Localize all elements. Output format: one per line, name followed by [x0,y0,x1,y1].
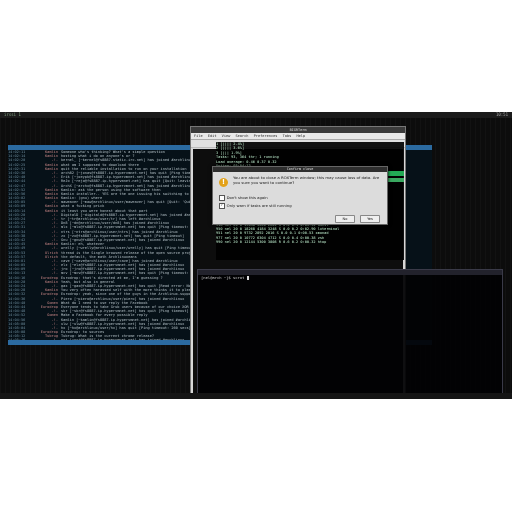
menu-tabs[interactable]: Tabs [283,134,292,138]
shell-prompt[interactable]: [nel@arch ~]$ scrot [201,275,249,281]
dont-show-again-checkbox[interactable]: Don't show this again [219,195,268,201]
menu-search[interactable]: Search [235,134,248,138]
menu-file[interactable]: File [194,134,203,138]
htop-process-row[interactable]: 990 nel 20 0 12144 5300 3808 R 0.6 0.2 0… [216,240,404,244]
confirm-close-dialog[interactable]: Confirm close ! You are about to close a… [212,166,388,225]
menu-edit[interactable]: Edit [208,134,217,138]
text-cursor [246,276,249,280]
dialog-title: Confirm close [213,167,387,172]
menu-help[interactable]: Help [296,134,305,138]
only-warn-label: Only warn if tasks are still running [226,203,292,208]
dialog-message: You are about to close a ROXTerm window;… [233,175,380,185]
only-warn-checkbox[interactable]: ✓ Only warn if tasks are still running [219,203,292,209]
top-status-bar: irssi 1 10:51 [0,112,512,118]
prompt-text: [nel@arch ~]$ scrot [201,275,245,280]
warning-icon: ! [219,178,228,187]
menu-bar: File Edit View Search Preferences Tabs H… [191,133,405,140]
menu-view[interactable]: View [222,134,231,138]
menu-preferences[interactable]: Preferences [254,134,278,138]
desktop: irssi 1 10:51 14:02:11 Kamlin Someone who'… [0,112,512,399]
bottom-bar [0,393,512,399]
dont-show-again-label: Don't show this again [226,195,268,200]
yes-button[interactable]: Yes [360,215,380,223]
clock: 10:51 [495,112,508,117]
checkbox-checked-icon[interactable]: ✓ [219,203,225,209]
checkbox-unchecked-icon[interactable] [219,195,225,201]
no-button[interactable]: No [335,215,355,223]
workspace-label[interactable]: irssi 1 [4,112,21,118]
scrot-terminal-window[interactable]: [nel@arch ~]$ scrot [197,269,503,399]
